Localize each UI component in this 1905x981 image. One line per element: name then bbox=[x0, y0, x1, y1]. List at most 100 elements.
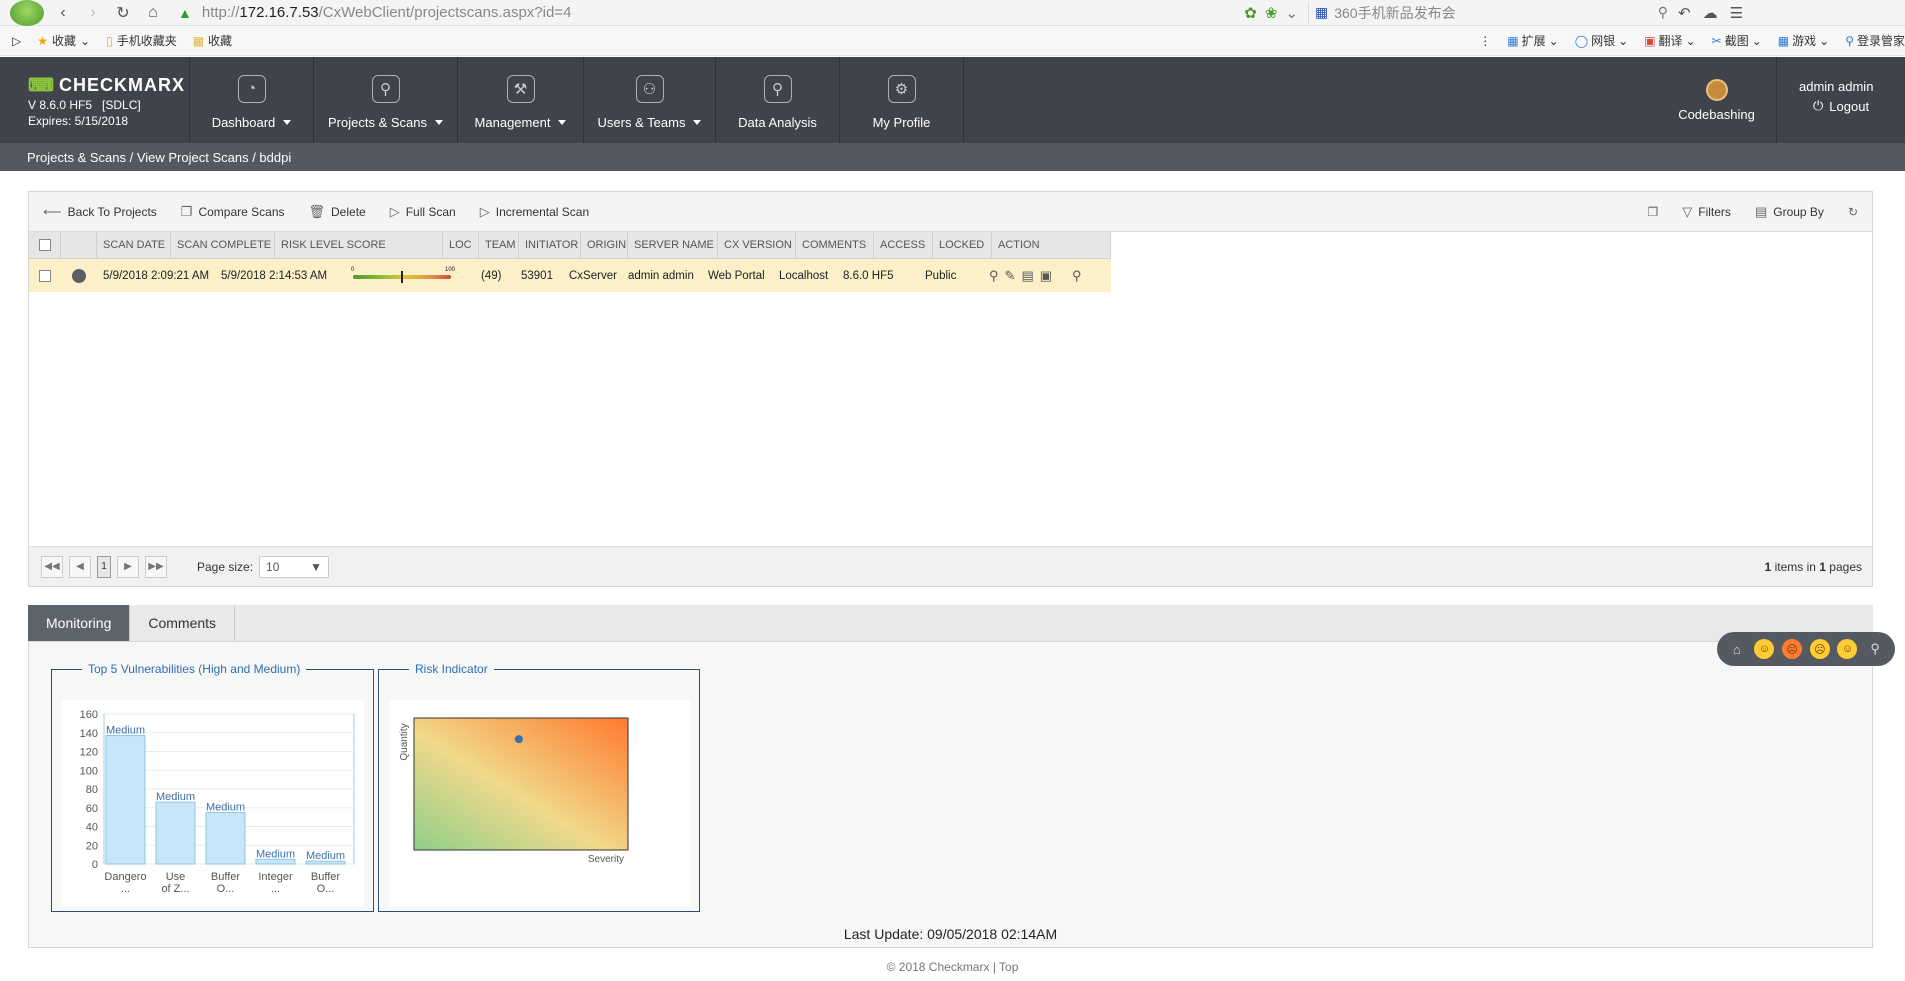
cell-scan-date: 5/9/2018 2:09:21 AM bbox=[103, 269, 210, 282]
row-checkbox[interactable] bbox=[39, 269, 51, 282]
chevron-down-icon bbox=[435, 119, 443, 125]
incremental-scan-button[interactable]: ▷ Incremental Scan bbox=[480, 204, 589, 220]
login-manager-button[interactable]: ⚲ 登录管家 bbox=[1845, 32, 1905, 49]
last-update: Last Update: 09/05/2018 02:14AM bbox=[843, 926, 1058, 942]
current-page[interactable]: 1 bbox=[97, 555, 111, 578]
browser-toolbar: ‹ › ↻ ⌂ ▲ http://172.16.7.53/CxWebClient… bbox=[0, 0, 1905, 26]
sidebar-toggle-icon[interactable]: ▷ bbox=[12, 34, 21, 48]
prev-page-icon[interactable]: ◀ bbox=[69, 555, 91, 578]
page-size-label: Page size: bbox=[197, 559, 254, 574]
home-icon[interactable]: ⌂ bbox=[142, 2, 164, 24]
next-page-icon[interactable]: ▶ bbox=[117, 555, 139, 578]
reload-icon[interactable]: ↻ bbox=[112, 2, 134, 24]
col-risk-level[interactable]: RISK LEVEL SCORE bbox=[275, 232, 443, 258]
nav-users-teams[interactable]: ⚇ Users & Teams bbox=[584, 57, 716, 143]
view-results-icon[interactable]: ⚲ bbox=[989, 268, 999, 284]
x-tick-label: O... bbox=[317, 883, 335, 895]
more-icon[interactable]: ⋮ bbox=[1479, 34, 1491, 48]
menu-icon[interactable]: ☰ bbox=[1730, 4, 1743, 22]
first-page-icon[interactable]: ◀◀ bbox=[41, 555, 63, 578]
x-tick-label: Buffer bbox=[311, 871, 340, 883]
favorites-bar: ▷ ★ 收藏 ⌄ ▯ 手机收藏夹 ▦ 收藏 ⋮ ▦ 扩展 ⌄ ◯ 网银 ⌄ ▣ 翻译 ⌄ ✂… bbox=[0, 26, 1905, 56]
favorites-star[interactable]: ★ 收藏 ⌄ bbox=[37, 32, 90, 49]
profile-icon: ⚙ bbox=[887, 74, 916, 103]
delete-button[interactable]: 🗑 Delete bbox=[309, 204, 366, 220]
play-icon: ▷ bbox=[389, 203, 400, 219]
refresh-icon[interactable]: ↻ bbox=[1848, 205, 1858, 219]
extensions-button[interactable]: ▦ 扩展 ⌄ bbox=[1507, 32, 1558, 49]
bar bbox=[205, 811, 246, 865]
nav-projects-scans[interactable]: ⚲ Projects & Scans bbox=[314, 57, 458, 143]
expires-label: Expires: 5/15/2018 bbox=[28, 114, 129, 128]
leaf-icon[interactable]: ❀ bbox=[1265, 4, 1278, 22]
pager-info: 1 items in 1 pages bbox=[1764, 559, 1862, 574]
report-icon[interactable]: ▤ bbox=[1021, 268, 1033, 284]
checkmarx-logo-icon: ⌨ bbox=[28, 75, 55, 95]
users-icon: ⚇ bbox=[635, 74, 664, 103]
search-icon[interactable]: ⚲ bbox=[1658, 4, 1668, 21]
forward-nav-icon[interactable]: › bbox=[82, 2, 104, 24]
bank-button[interactable]: ◯ 网银 ⌄ bbox=[1575, 32, 1629, 49]
compare-scans-button[interactable]: ❐ Compare Scans bbox=[181, 204, 285, 220]
col-comments[interactable]: COMMENTS bbox=[796, 232, 874, 258]
tab-monitoring[interactable]: Monitoring bbox=[28, 605, 131, 641]
col-scan-date[interactable]: SCAN DATE bbox=[97, 232, 171, 258]
nav-management[interactable]: ⚒ Management bbox=[458, 57, 584, 143]
address-bar[interactable]: ▲ http://172.16.7.53/CxWebClient/project… bbox=[178, 2, 1308, 24]
col-access[interactable]: ACCESS bbox=[874, 232, 933, 258]
angry-emoji-icon[interactable]: ☹ bbox=[1782, 639, 1803, 659]
tongue-emoji-icon[interactable]: ☺ bbox=[1837, 639, 1858, 659]
table-row[interactable]: 5/9/2018 2:09:21 AM 5/9/2018 2:14:53 AM … bbox=[29, 259, 1111, 292]
back-nav-icon[interactable]: ‹ bbox=[52, 2, 74, 24]
col-origin[interactable]: ORIGIN bbox=[581, 232, 628, 258]
search-icon[interactable]: ⚲ bbox=[1865, 639, 1885, 659]
brand-logo[interactable]: ⌨ CHECKMARX bbox=[28, 75, 189, 96]
risk-point bbox=[514, 735, 523, 744]
details-icon[interactable]: ⚲ bbox=[1072, 268, 1082, 284]
dropdown-icon[interactable]: ⌄ bbox=[1285, 4, 1298, 22]
undo-icon[interactable]: ↶ bbox=[1678, 4, 1691, 22]
cell-origin: Web Portal bbox=[708, 269, 765, 282]
emoji-feedback-bar: ⌂ ☺ ☹ ☹ ☺ ⚲ bbox=[1717, 632, 1895, 666]
app-header: ⌨ CHECKMARX V 8.6.0 HF5 [SDLC] Expires: 5… bbox=[0, 57, 1905, 143]
page-size-select[interactable]: 10 ▼ bbox=[259, 555, 330, 578]
last-page-icon[interactable]: ▶▶ bbox=[145, 555, 167, 578]
group-by-button[interactable]: ▤ Group By bbox=[1755, 204, 1824, 220]
col-scan-complete[interactable]: SCAN COMPLETE bbox=[171, 232, 275, 258]
codebashing-link[interactable]: Codebashing bbox=[1657, 57, 1777, 143]
secure-shield-icon: ▲ bbox=[178, 4, 192, 21]
games-button[interactable]: ▦ 游戏 ⌄ bbox=[1778, 32, 1829, 49]
export-icon[interactable]: ❐ bbox=[1648, 205, 1659, 219]
nav-data-analysis[interactable]: ⚲ Data Analysis bbox=[716, 57, 840, 143]
translate-button[interactable]: ▣ 翻译 ⌄ bbox=[1644, 32, 1695, 49]
col-initiator[interactable]: INITIATOR bbox=[519, 232, 581, 258]
tab-comments[interactable]: Comments bbox=[130, 605, 236, 641]
nav-dashboard[interactable]: ◔ Dashboard bbox=[190, 57, 314, 143]
full-scan-button[interactable]: ▷ Full Scan bbox=[390, 204, 456, 220]
col-team[interactable]: TEAM bbox=[479, 232, 519, 258]
mobile-favorites[interactable]: ▯ 手机收藏夹 bbox=[106, 32, 177, 49]
col-locked[interactable]: LOCKED bbox=[933, 232, 992, 258]
screenshot-button[interactable]: ✂ 截图 ⌄ bbox=[1712, 32, 1762, 49]
refresh-green-icon[interactable]: ✿ bbox=[1244, 4, 1257, 22]
smile-emoji-icon[interactable]: ☺ bbox=[1754, 639, 1775, 659]
user-name: admin admin bbox=[1799, 79, 1874, 94]
cloud-icon[interactable]: ☁ bbox=[1703, 4, 1718, 22]
home-icon[interactable]: ⌂ bbox=[1727, 639, 1747, 659]
col-loc[interactable]: LOC bbox=[443, 232, 479, 258]
col-server-name[interactable]: SERVER NAME bbox=[628, 232, 718, 258]
select-all-checkbox[interactable] bbox=[29, 232, 61, 258]
sad-emoji-icon[interactable]: ☹ bbox=[1809, 639, 1830, 659]
back-to-projects-button[interactable]: ⟵ Back To Projects bbox=[43, 204, 157, 220]
favorites-folder[interactable]: ▦ 收藏 bbox=[193, 32, 232, 49]
edit-icon[interactable]: ✎ bbox=[1005, 268, 1016, 284]
lock-icon[interactable]: ▣ bbox=[1040, 268, 1052, 284]
scan-status-dot bbox=[72, 268, 86, 283]
filters-button[interactable]: ▽ Filters bbox=[1682, 204, 1731, 220]
nav-my-profile[interactable]: ⚙ My Profile bbox=[840, 57, 964, 143]
logout-button[interactable]: ⏻ Logout bbox=[1799, 98, 1905, 114]
search-box[interactable]: ▦ 360手机新品发布会 ⚲ bbox=[1308, 1, 1678, 24]
risk-indicator-box: Risk Indicator Severity Quantity bbox=[378, 662, 700, 912]
bar-data-label: Medium bbox=[256, 848, 295, 860]
col-cx-version[interactable]: CX VERSION bbox=[718, 232, 796, 258]
